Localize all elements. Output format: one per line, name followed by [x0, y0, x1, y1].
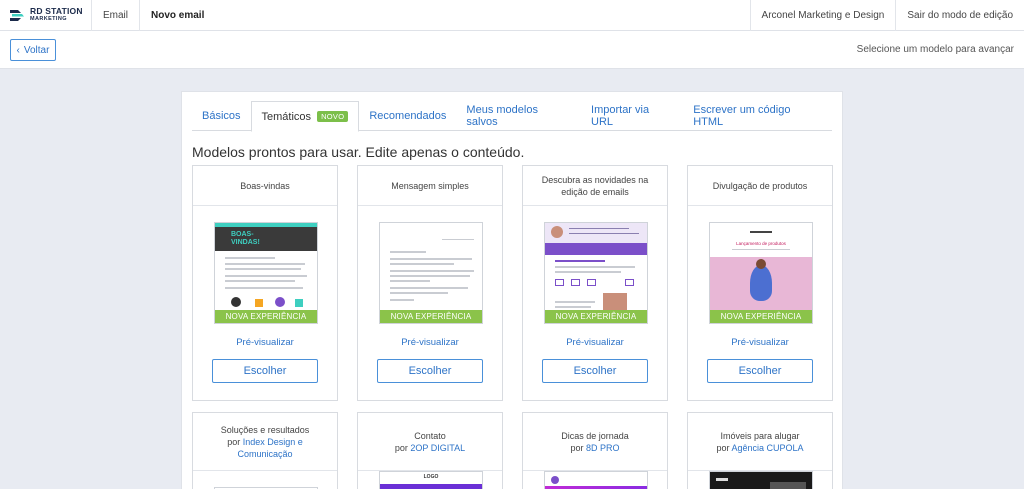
- template-thumbnail[interactable]: NOVA EXPERIÊNCIA: [379, 222, 483, 324]
- welcome-thumb-text: BOAS-VINDAS!: [231, 231, 260, 246]
- template-card-mensagem-simples: Mensagem simples NOVA EXPERIÊNCIA Pré-vi…: [357, 165, 503, 401]
- tab-importar-url[interactable]: Importar via URL: [581, 101, 683, 131]
- sub-toolbar: ‹ Voltar Selecione um modelo para avança…: [0, 31, 1024, 69]
- template-thumbnail[interactable]: Lançamento de produtos NOVA EXPERIÊNCIA: [709, 222, 813, 324]
- card-title: Descubra as novidades na edição de email…: [523, 166, 667, 206]
- tab-basicos[interactable]: Básicos: [192, 101, 251, 131]
- author-link[interactable]: 2OP DIGITAL: [410, 443, 465, 453]
- template-card-solucoes: Soluções e resultados por Index Design e…: [192, 412, 338, 489]
- choose-button[interactable]: Escolher: [542, 359, 648, 383]
- new-experience-banner: NOVA EXPERIÊNCIA: [545, 310, 647, 323]
- template-thumbnail[interactable]: LOGO: [379, 471, 483, 489]
- template-card-imoveis: Imóveis para alugar por Agência CUPOLA: [687, 412, 833, 489]
- logo-mark-icon: [10, 10, 24, 21]
- illustration-icon: [231, 297, 241, 307]
- author-link[interactable]: Agência CUPOLA: [731, 443, 803, 453]
- template-card-contato: Contato por 2OP DIGITAL LOGO: [357, 412, 503, 489]
- preview-link[interactable]: Pré-visualizar: [193, 337, 337, 348]
- nav-email[interactable]: Email: [92, 0, 141, 31]
- new-experience-banner: NOVA EXPERIÊNCIA: [710, 310, 812, 323]
- new-experience-banner: NOVA EXPERIÊNCIA: [380, 310, 482, 323]
- back-button[interactable]: ‹ Voltar: [10, 39, 56, 61]
- template-tabs: Básicos Temáticos NOVO Recomendados Meus…: [192, 101, 832, 132]
- illustration-icon: [275, 297, 285, 307]
- select-template-hint: Selecione um modelo para avançar: [856, 44, 1014, 55]
- tab-recomendados[interactable]: Recomendados: [359, 101, 456, 131]
- card-title: Divulgação de produtos: [688, 166, 832, 206]
- card-title: Imóveis para alugar por Agência CUPOLA: [688, 413, 832, 471]
- illustration-icon: [295, 299, 303, 307]
- logo-thumb-text: LOGO: [423, 474, 439, 480]
- template-card-boas-vindas: Boas-vindas BOAS-VINDAS! NOVA EXPERIÊNCI…: [192, 165, 338, 401]
- choose-button[interactable]: Escolher: [377, 359, 483, 383]
- card-title: Boas-vindas: [193, 166, 337, 206]
- tab-tematicos-label: Temáticos: [261, 110, 312, 123]
- logo-line2: MARKETING: [30, 16, 67, 22]
- preview-link[interactable]: Pré-visualizar: [523, 337, 667, 348]
- tab-meus-modelos[interactable]: Meus modelos salvos: [456, 101, 581, 131]
- template-thumbnail[interactable]: [709, 471, 813, 489]
- template-thumbnail[interactable]: [544, 471, 648, 489]
- card-title: Mensagem simples: [358, 166, 502, 206]
- new-badge: NOVO: [317, 111, 349, 122]
- tab-tematicos[interactable]: Temáticos NOVO: [250, 101, 360, 132]
- page-heading: Modelos prontos para usar. Edite apenas …: [192, 144, 525, 160]
- choose-button[interactable]: Escolher: [707, 359, 813, 383]
- avatar: [551, 476, 559, 484]
- card-title: Contato por 2OP DIGITAL: [358, 413, 502, 471]
- top-nav: RD STATION MARKETING Email Novo email Ar…: [0, 0, 1024, 31]
- template-thumbnail[interactable]: BOAS-VINDAS! NOVA EXPERIÊNCIA: [214, 222, 318, 324]
- illustration-icon: [255, 299, 263, 307]
- tab-codigo-html[interactable]: Escrever um código HTML: [683, 101, 832, 131]
- template-panel: Básicos Temáticos NOVO Recomendados Meus…: [181, 91, 843, 489]
- rd-station-logo[interactable]: RD STATION MARKETING: [0, 0, 92, 31]
- chevron-left-icon: ‹: [16, 44, 20, 56]
- template-card-novidades: Descubra as novidades na edição de email…: [522, 165, 668, 401]
- preview-link[interactable]: Pré-visualizar: [688, 337, 832, 348]
- choose-button[interactable]: Escolher: [212, 359, 318, 383]
- template-thumbnail[interactable]: NOVA EXPERIÊNCIA: [544, 222, 648, 324]
- exit-edit-mode-link[interactable]: Sair do modo de edição: [895, 0, 1024, 31]
- template-card-produtos: Divulgação de produtos Lançamento de pro…: [687, 165, 833, 401]
- preview-link[interactable]: Pré-visualizar: [358, 337, 502, 348]
- author-link[interactable]: Index Design e Comunicação: [237, 437, 302, 459]
- author-link[interactable]: 8D PRO: [586, 443, 620, 453]
- product-thumb-text: Lançamento de produtos: [736, 241, 786, 246]
- back-button-label: Voltar: [23, 44, 50, 56]
- avatar: [551, 226, 563, 238]
- account-menu[interactable]: Arconel Marketing e Design: [749, 0, 896, 31]
- card-title: Soluções e resultados por Index Design e…: [193, 413, 337, 471]
- card-title: Dicas de jornada por 8D PRO: [523, 413, 667, 471]
- template-card-dicas: Dicas de jornada por 8D PRO: [522, 412, 668, 489]
- nav-current-page: Novo email: [151, 9, 205, 21]
- new-experience-banner: NOVA EXPERIÊNCIA: [215, 310, 317, 323]
- logo-line1: RD STATION: [30, 6, 83, 16]
